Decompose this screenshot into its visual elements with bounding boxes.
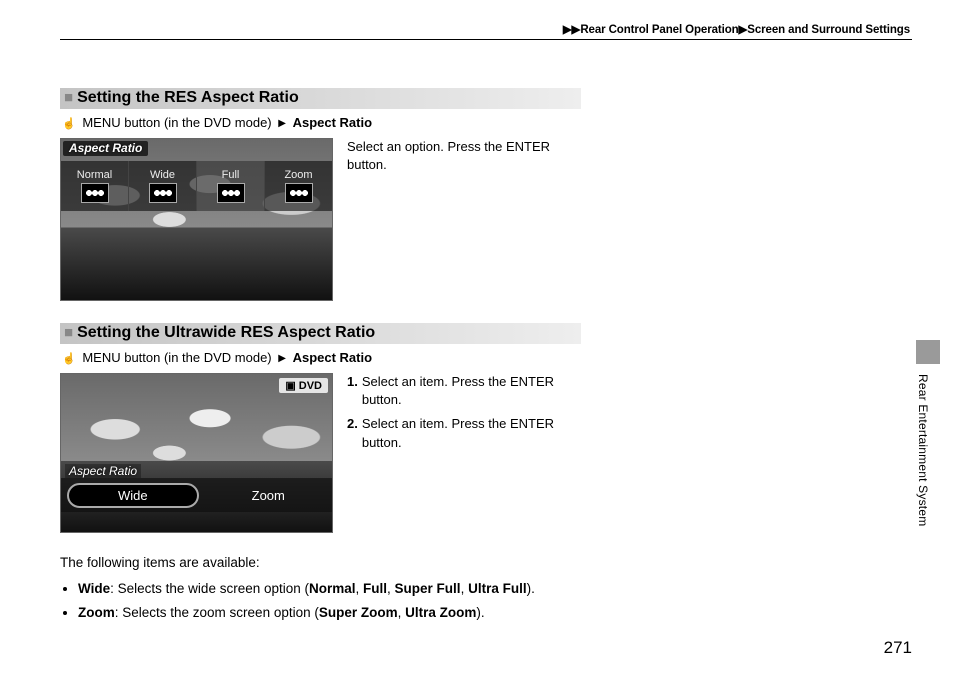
breadcrumb-sep: ▶ <box>739 24 748 36</box>
nav-path-2: ☝ MENU button (in the DVD mode) ▶ Aspect… <box>60 350 912 365</box>
breadcrumb-arrows: ▶▶ <box>563 24 581 36</box>
side-tab: Rear Entertainment System <box>916 340 940 526</box>
option-zoom: Zoom: Selects the zoom screen option (Su… <box>78 604 912 623</box>
ar-label-1: Aspect Ratio <box>63 141 148 156</box>
screenshot-aspect-ratio-2: ▣ DVD Aspect Ratio Wide Zoom <box>60 373 333 533</box>
aspect-option-wide[interactable]: Wide <box>129 161 197 211</box>
hand-icon: ☝ <box>62 353 76 365</box>
nav1-target: Aspect Ratio <box>293 115 372 130</box>
section-header-res-aspect: ■ Setting the RES Aspect Ratio <box>60 88 581 109</box>
option-wide: Wide: Selects the wide screen option (No… <box>78 580 912 599</box>
dvd-badge: ▣ DVD <box>279 378 328 393</box>
square-bullet-icon: ■ <box>64 325 73 340</box>
page-number: 271 <box>884 638 912 658</box>
breadcrumb: ▶▶Rear Control Panel Operation▶Screen an… <box>60 22 912 36</box>
nav1-pre: MENU button (in the DVD mode) <box>82 115 271 130</box>
section-header-ultrawide: ■ Setting the Ultrawide RES Aspect Ratio <box>60 323 581 344</box>
aspect-option-normal[interactable]: Normal <box>61 161 129 211</box>
ultrawide-option-zoom[interactable]: Zoom <box>205 488 333 503</box>
nav-path-1: ☝ MENU button (in the DVD mode) ▶ Aspect… <box>60 115 912 130</box>
section1-title: Setting the RES Aspect Ratio <box>77 89 299 107</box>
triangle-icon: ▶ <box>275 118 289 129</box>
side-tab-label: Rear Entertainment System <box>916 364 930 526</box>
breadcrumb-part2: Screen and Surround Settings <box>747 24 910 36</box>
triangle-icon: ▶ <box>275 353 289 364</box>
side-tab-marker <box>916 340 940 364</box>
following-intro: The following items are available: <box>60 555 912 570</box>
square-bullet-icon: ■ <box>64 90 73 105</box>
divider-top <box>60 39 912 40</box>
hand-icon: ☝ <box>62 118 76 130</box>
ultrawide-option-wide[interactable]: Wide <box>67 483 199 508</box>
aspect-option-zoom[interactable]: Zoom <box>265 161 332 211</box>
breadcrumb-part1: Rear Control Panel Operation <box>580 24 738 36</box>
nav2-target: Aspect Ratio <box>293 350 372 365</box>
screenshot-aspect-ratio-1: Aspect Ratio Normal Wide Full Zoom <box>60 138 333 301</box>
options-list: Wide: Selects the wide screen option (No… <box>60 580 912 623</box>
step-1: 1. Select an item. Press the ENTER butto… <box>347 373 577 409</box>
nav2-pre: MENU button (in the DVD mode) <box>82 350 271 365</box>
aspect-option-full[interactable]: Full <box>197 161 265 211</box>
section1-instruction: Select an option. Press the ENTER button… <box>347 138 577 301</box>
step-2: 2. Select an item. Press the ENTER butto… <box>347 415 577 451</box>
section2-title: Setting the Ultrawide RES Aspect Ratio <box>77 324 375 342</box>
ar-label-2: Aspect Ratio <box>65 464 141 478</box>
